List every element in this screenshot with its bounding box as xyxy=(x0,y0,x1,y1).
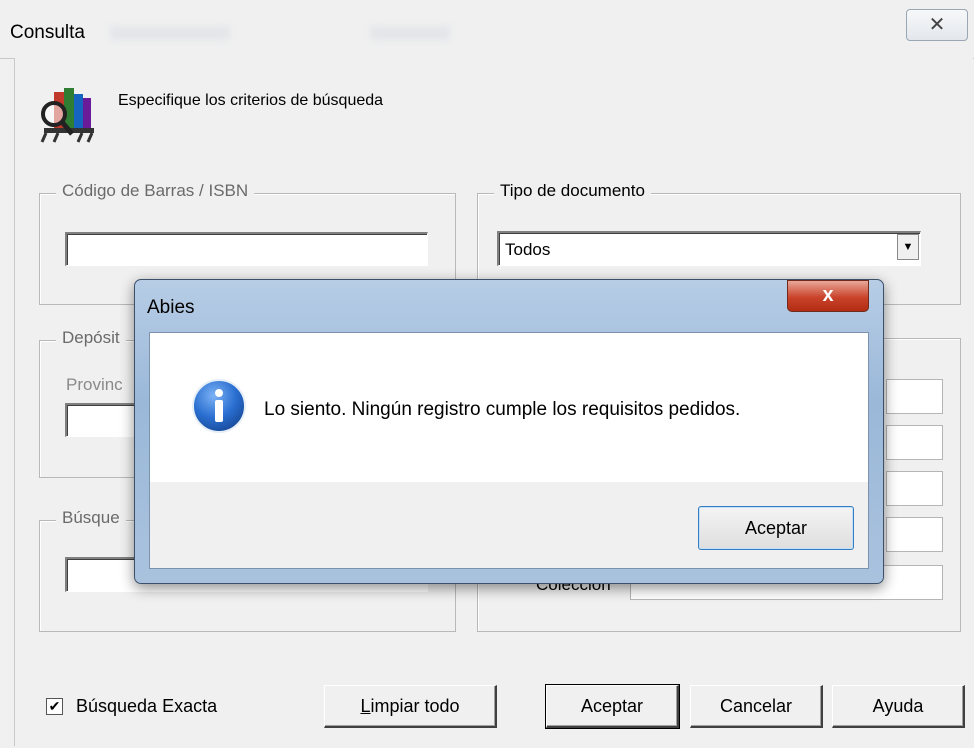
search-group-label: Búsque xyxy=(56,508,126,528)
clear-all-label: Limpiar todo xyxy=(360,696,460,716)
dialog-close-button[interactable]: x xyxy=(787,280,869,312)
chevron-down-icon[interactable]: ▼ xyxy=(897,234,919,260)
field-input-1[interactable] xyxy=(886,379,943,414)
deposit-group-label: Depósit xyxy=(56,328,126,348)
window-close-button[interactable]: ✕ xyxy=(906,9,968,41)
exact-search-checkbox[interactable]: ✔ xyxy=(46,698,63,715)
abies-dialog: Abies x Lo siento. Ningún registro cumpl… xyxy=(134,279,884,584)
doc-type-selected-value: Todos xyxy=(505,240,551,259)
help-button[interactable]: Ayuda xyxy=(832,685,965,728)
background-blur xyxy=(370,26,450,40)
dialog-footer: Aceptar xyxy=(150,482,868,568)
background-blur xyxy=(110,26,230,40)
barcode-group-label: Código de Barras / ISBN xyxy=(56,181,255,201)
exact-search-label: Búsqueda Exacta xyxy=(76,696,218,716)
info-icon xyxy=(192,379,246,433)
barcode-input[interactable] xyxy=(65,232,428,266)
window-titlebar: Consulta ✕ xyxy=(0,0,974,59)
doc-type-group-label: Tipo de documento xyxy=(494,181,651,201)
dialog-title: Abies xyxy=(147,297,195,318)
field-input-4[interactable] xyxy=(886,517,943,552)
province-label: Provinc xyxy=(66,375,123,394)
window-title: Consulta xyxy=(10,22,85,43)
cancel-button[interactable]: Cancelar xyxy=(690,685,823,728)
clear-all-button[interactable]: Limpiar todo xyxy=(324,685,497,728)
dialog-body: Lo siento. Ningún registro cumple los re… xyxy=(149,332,869,569)
dialog-ok-button[interactable]: Aceptar xyxy=(698,506,854,550)
books-search-icon xyxy=(40,88,94,143)
cancel-label: Cancelar xyxy=(719,696,793,716)
field-input-3[interactable] xyxy=(886,471,943,506)
doc-type-select[interactable]: Todos ▼ xyxy=(497,231,921,266)
header-text: Especifique los criterios de búsqueda xyxy=(118,92,384,109)
accept-button[interactable]: Aceptar xyxy=(545,684,680,729)
help-label: Ayuda xyxy=(872,696,924,716)
accept-label: Aceptar xyxy=(580,696,644,716)
dialog-message: Lo siento. Ningún registro cumple los re… xyxy=(264,399,741,420)
field-input-2[interactable] xyxy=(886,425,943,460)
